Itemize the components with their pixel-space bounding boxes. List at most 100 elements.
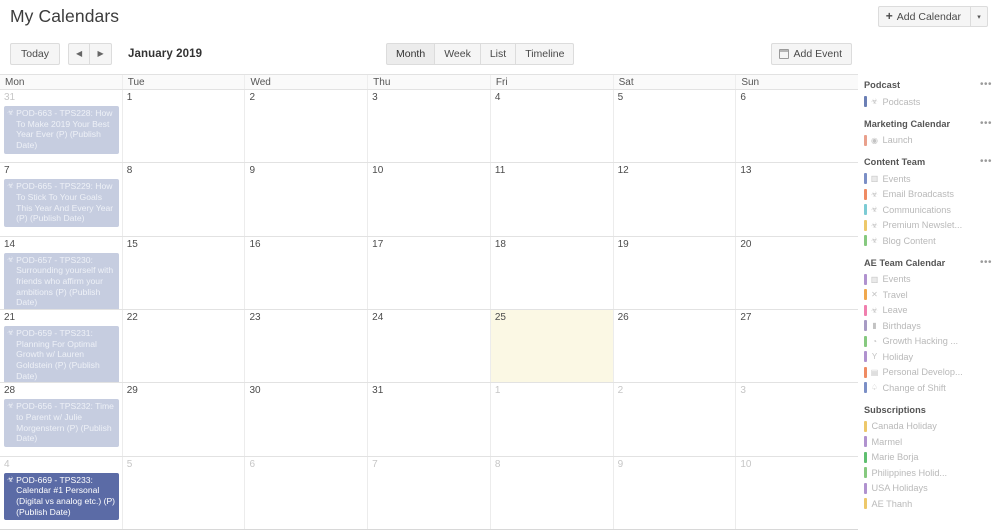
calendar-day-cell[interactable]: 1: [491, 383, 614, 456]
color-swatch: [864, 173, 867, 185]
calendar-list-item[interactable]: ☣ Podcasts: [864, 94, 996, 110]
view-tab-week[interactable]: Week: [434, 42, 480, 65]
view-tab-timeline[interactable]: Timeline: [515, 42, 575, 65]
calendar-day-cell[interactable]: 16: [245, 236, 369, 309]
add-event-button[interactable]: Add Event: [770, 42, 852, 65]
calendar-list-item[interactable]: ☣ Email Broadcasts: [864, 187, 996, 203]
calendar-day-cell[interactable]: 31: [368, 383, 491, 456]
group-menu-icon[interactable]: •••: [980, 157, 996, 167]
calendar-list-item[interactable]: ☣ Premium Newslet...: [864, 218, 996, 234]
color-swatch: [864, 436, 867, 448]
calendar-day-cell[interactable]: 2: [245, 90, 369, 163]
calendar-list-item[interactable]: AE Thanh: [864, 496, 996, 512]
calendar-event[interactable]: ☣ POD-657 - TPS230: Surrounding yourself …: [4, 252, 119, 309]
calendar-event[interactable]: ☣ POD-669 - TPS233: Calendar #1 Personal …: [4, 472, 119, 521]
calendar-day-cell[interactable]: 5: [614, 90, 737, 163]
calendar-event[interactable]: ☣ POD-659 - TPS231: Planning For Optimal …: [4, 325, 119, 383]
add-calendar-button[interactable]: + Add Calendar: [877, 6, 971, 27]
prev-month-button[interactable]: ◀: [68, 42, 91, 65]
event-type-icon: ☣: [7, 474, 15, 484]
calendar-day-cell[interactable]: 28 ☣ POD-656 - TPS232: Time to Parent w/ J…: [0, 383, 123, 456]
calendar-list-item[interactable]: ▤ Personal Develop...: [864, 365, 996, 381]
calendar-day-cell[interactable]: 22: [123, 309, 246, 383]
calendar-list-item[interactable]: Marmel: [864, 434, 996, 450]
day-number: 18: [494, 238, 506, 250]
calendar-day-cell[interactable]: 13: [736, 163, 858, 235]
calendar-list-item[interactable]: ♤ Change of Shift: [864, 380, 996, 396]
view-tab-list[interactable]: List: [479, 42, 516, 65]
calendar-day-cell[interactable]: 10: [368, 163, 491, 236]
view-tab-month[interactable]: Month: [386, 42, 435, 65]
day-number: 23: [249, 311, 261, 323]
calendar-day-cell[interactable]: 3: [368, 90, 491, 163]
today-button[interactable]: Today: [10, 42, 61, 65]
calendar-list-item[interactable]: Y Holiday: [864, 349, 996, 365]
next-month-button[interactable]: ▶: [90, 42, 113, 65]
calendar-event[interactable]: ☣ POD-656 - TPS232: Time to Parent w/ Jul…: [4, 399, 119, 448]
day-header-sat: Sat: [614, 75, 737, 89]
calendar-day-cell[interactable]: 4 ☣ POD-669 - TPS233: Calendar #1 Personal…: [0, 456, 123, 529]
calendar-day-cell[interactable]: 9: [614, 456, 737, 529]
calendar-item-label: Marie Borja: [871, 452, 919, 463]
day-number: 28: [4, 385, 16, 397]
calendar-day-cell[interactable]: 8: [123, 163, 246, 236]
calendar-day-cell[interactable]: 1: [123, 90, 246, 163]
calendar-list-item[interactable]: Marie Borja: [864, 450, 996, 466]
calendar-list-item[interactable]: ☣ Blog Content: [864, 233, 996, 249]
calendar-day-cell[interactable]: 3: [736, 383, 858, 455]
calendar-list-item[interactable]: ◉ Launch: [864, 133, 996, 149]
calendar-day-cell[interactable]: 30: [245, 383, 369, 456]
calendar-day-cell[interactable]: 27: [736, 310, 858, 382]
calendar-day-cell[interactable]: 20: [736, 237, 858, 309]
calendar-day-cell[interactable]: 21 ☣ POD-659 - TPS231: Planning For Optima…: [0, 309, 123, 383]
calendar-event[interactable]: ☣ POD-663 - TPS228: How To Make 2019 Your…: [4, 106, 119, 154]
group-menu-icon[interactable]: •••: [980, 118, 996, 128]
calendar-day-cell[interactable]: 31 ☣ POD-663 - TPS228: How To Make 2019 Yo…: [0, 90, 123, 163]
calendar-group-title: AE Team Calendar: [864, 257, 946, 268]
calendar-day-cell[interactable]: 6: [245, 456, 369, 529]
calendar-day-cell[interactable]: 10: [736, 457, 858, 529]
calendar-day-cell[interactable]: 15: [123, 236, 246, 309]
calendar-list-item[interactable]: ◔ Growth Hacking ...: [864, 334, 996, 350]
calendar-day-cell[interactable]: 29: [123, 383, 246, 456]
group-menu-icon[interactable]: •••: [980, 257, 996, 267]
calendar-day-cell[interactable]: 8: [491, 456, 614, 529]
calendar-day-cell[interactable]: 2: [614, 383, 737, 456]
calendar-day-cell[interactable]: 9: [245, 163, 369, 236]
main-body: Mon Tue Wed Thu Fri Sat Sun 31 ☣ POD-663 - TPS22…: [0, 74, 1000, 530]
calendar-list-item[interactable]: ▥ Events: [864, 272, 996, 288]
calendar-day-cell[interactable]: 6: [736, 90, 858, 162]
calendar-item-label: Philippines Holid...: [871, 467, 948, 478]
calendar-day-cell[interactable]: 17: [368, 236, 491, 309]
calendar-list-item[interactable]: USA Holidays: [864, 481, 996, 497]
calendar-event[interactable]: ☣ POD-665 - TPS229: How To Stick To Your …: [4, 179, 119, 228]
calendar-list-item[interactable]: ▮ Birthdays: [864, 318, 996, 334]
add-calendar-dropdown-button[interactable]: ▾: [971, 6, 988, 27]
calendar-day-cell[interactable]: 7: [368, 456, 491, 529]
calendar-day-cell[interactable]: 11: [491, 163, 614, 236]
calendar-list-item[interactable]: ☣ Communications: [864, 202, 996, 218]
day-number: 6: [740, 92, 746, 103]
calendar-day-cell[interactable]: 25: [490, 309, 614, 383]
calendar-day-cell[interactable]: 4: [491, 90, 614, 163]
calendar-list-item[interactable]: ▥ Events: [864, 171, 996, 187]
calendar-day-cell[interactable]: 18: [491, 236, 614, 309]
calendar-day-cell[interactable]: 19: [614, 236, 737, 309]
day-header-fri: Fri: [491, 75, 614, 89]
calendar-day-cell[interactable]: 23: [245, 309, 369, 383]
calendar-day-cell[interactable]: 24: [368, 309, 491, 383]
calendar-list-item[interactable]: ☣ Leave: [864, 303, 996, 319]
calendar-list-item[interactable]: Philippines Holid...: [864, 465, 996, 481]
calendar-day-cell[interactable]: 12: [614, 163, 737, 236]
calendar-type-icon: ▥: [870, 274, 879, 284]
calendar-list-item[interactable]: Canada Holiday: [864, 419, 996, 435]
calendar-day-cell[interactable]: 26: [614, 309, 737, 383]
calendar-item-label: Events: [882, 274, 911, 285]
group-menu-icon[interactable]: •••: [980, 80, 996, 90]
calendar-day-cell[interactable]: 14 ☣ POD-657 - TPS230: Surrounding yoursel…: [0, 236, 123, 309]
calendar-day-cell[interactable]: 7 ☣ POD-665 - TPS229: How To Stick To Your…: [0, 163, 123, 236]
calendar-group-header: Subscriptions: [864, 403, 996, 417]
calendar-day-cell[interactable]: 5: [123, 456, 246, 529]
day-number: 31: [4, 92, 16, 103]
calendar-list-item[interactable]: ✕ Travel: [864, 287, 996, 303]
